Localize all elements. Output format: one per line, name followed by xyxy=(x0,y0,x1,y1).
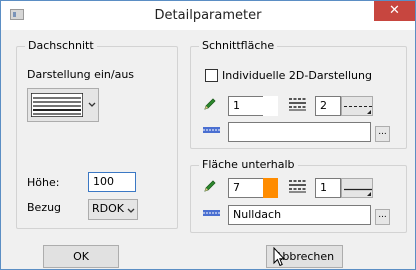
schnitt-pen-input[interactable]: 1 xyxy=(228,96,264,116)
line-style-icon xyxy=(289,180,306,193)
unterhalb-pen-input[interactable]: 7 xyxy=(228,178,264,198)
unterhalb-line-input[interactable]: 1 xyxy=(315,178,341,198)
roof-pattern-icon xyxy=(31,93,83,117)
hoehe-input[interactable]: 100 xyxy=(88,172,136,192)
group-schnittflaeche-legend: Schnittfläche xyxy=(199,39,278,52)
schnitt-line-input[interactable]: 2 xyxy=(315,96,341,116)
dashed-line-icon xyxy=(344,106,372,107)
schnitt-color-swatch[interactable] xyxy=(263,96,278,116)
window-title: Detailparameter xyxy=(154,8,262,23)
chevron-down-icon xyxy=(127,208,135,213)
individuelle-2d-label: Individuelle 2D-Darstellung xyxy=(222,69,372,82)
group-dachschnitt-legend: Dachschnitt xyxy=(25,39,97,52)
title-bar: Detailparameter ✕ xyxy=(1,1,415,30)
corner-arrow-icon xyxy=(367,192,371,196)
unterhalb-fill-browse-button[interactable]: ... xyxy=(375,209,390,225)
ok-button[interactable]: OK xyxy=(43,245,119,268)
bezug-select[interactable]: RDOK xyxy=(88,199,138,220)
chevron-down-icon xyxy=(88,102,96,107)
unterhalb-linetype-picker[interactable] xyxy=(341,178,373,198)
solid-line-icon xyxy=(344,188,372,191)
unterhalb-fill-input[interactable]: Nulldach xyxy=(228,205,371,225)
mouse-cursor-icon xyxy=(273,247,285,267)
dialog-window: Detailparameter ✕ Dachschnitt Darstellun… xyxy=(0,0,416,270)
darstellung-label: Darstellung ein/aus xyxy=(27,68,135,81)
bezug-select-value: RDOK xyxy=(92,202,124,215)
close-button[interactable]: ✕ xyxy=(374,1,415,21)
fill-pattern-icon xyxy=(203,210,220,216)
hoehe-label: Höhe: xyxy=(27,176,60,189)
group-flaeche-unterhalb-legend: Fläche unterhalb xyxy=(199,158,298,171)
line-style-icon xyxy=(289,98,306,111)
schnitt-fill-browse-button[interactable]: ... xyxy=(375,126,390,142)
corner-arrow-icon xyxy=(367,110,371,114)
unterhalb-color-swatch[interactable] xyxy=(263,178,278,198)
individuelle-2d-checkbox[interactable] xyxy=(205,69,218,82)
pencil-icon xyxy=(204,98,216,110)
darstellung-toggle-dropdown[interactable] xyxy=(27,88,99,122)
bezug-label: Bezug xyxy=(27,201,62,214)
fill-pattern-icon xyxy=(203,127,220,133)
schnitt-linetype-picker[interactable] xyxy=(341,96,373,116)
schnitt-fill-input[interactable] xyxy=(228,122,371,142)
pencil-icon xyxy=(204,180,216,192)
